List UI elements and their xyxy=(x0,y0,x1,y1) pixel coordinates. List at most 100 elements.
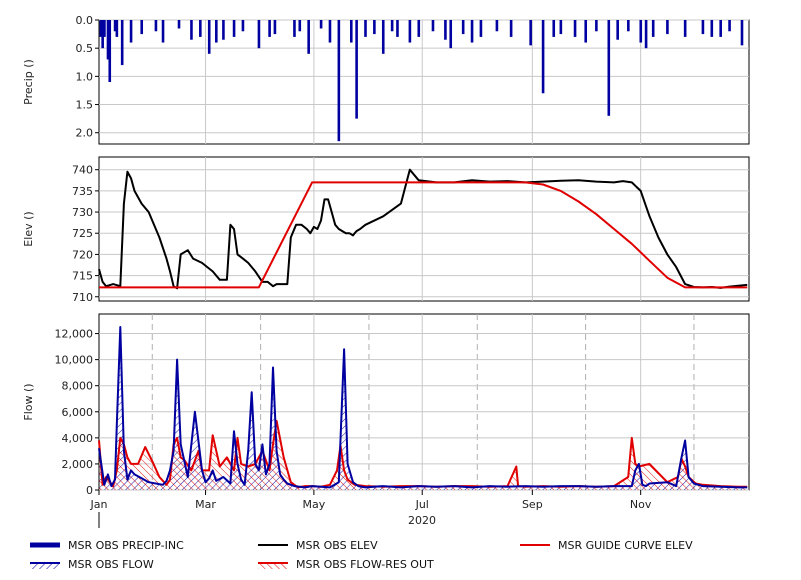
legend-label: MSR OBS PRECIP-INC xyxy=(68,539,184,552)
precip-bar xyxy=(154,20,158,32)
precip-bar xyxy=(701,20,705,35)
precip-bar xyxy=(349,20,353,43)
precip-bar xyxy=(307,20,310,54)
precip-bar xyxy=(381,20,385,54)
precip-bar xyxy=(470,20,474,43)
legend-item: MSR GUIDE CURVE ELEV xyxy=(520,539,693,552)
precip-bar xyxy=(728,20,731,32)
precip-bar xyxy=(627,20,630,32)
precip-y-label: Precip () xyxy=(22,59,35,105)
legend-item: MSR OBS PRECIP-INC xyxy=(30,539,184,552)
precip-bar xyxy=(355,20,358,119)
flow-panel: 0 2,000 4,000 6,000 8,000 10,000 12,000 Jan Mar… xyxy=(22,313,750,528)
flow-y-tick-label: 0 xyxy=(86,484,93,497)
precip-bar xyxy=(207,20,211,54)
precip-bar xyxy=(364,20,367,37)
precip-bar xyxy=(241,20,245,32)
precip-bar xyxy=(390,20,394,32)
precip-bar xyxy=(710,20,714,37)
precip-bar xyxy=(408,20,412,43)
precip-bar xyxy=(431,20,435,32)
flow-y-tick-label: 4,000 xyxy=(62,432,94,445)
flow-y-label: Flow () xyxy=(22,383,35,420)
elev-panel: 710 715 720 725 730 735 740 Elev () xyxy=(22,156,750,304)
precip-bar xyxy=(140,20,144,35)
precip-bar xyxy=(108,20,112,82)
precip-bar xyxy=(449,20,453,49)
precip-bar xyxy=(232,20,236,37)
x-tick-label: May xyxy=(303,498,326,511)
x-tick-label: Jan xyxy=(90,498,108,511)
precip-bar xyxy=(719,20,722,37)
precip-bar xyxy=(584,20,588,43)
elev-y-tick-label: 715 xyxy=(72,270,93,283)
precip-y-ticks: 0.0 0.5 1.0 1.5 2.0 xyxy=(76,14,99,140)
precip-bar xyxy=(222,20,225,40)
elev-y-tick-label: 740 xyxy=(72,164,93,177)
precip-bar xyxy=(103,20,106,37)
precip-bar xyxy=(479,20,483,37)
precip-y-tick-label: 0.0 xyxy=(76,14,94,27)
legend-label: MSR GUIDE CURVE ELEV xyxy=(558,539,693,552)
legend: MSR OBS PRECIP-INC MSR OBS ELEV MSR GUIDE … xyxy=(30,539,693,571)
x-axis-year-label: 2020 xyxy=(408,514,436,527)
precip-panel: 0.0 0.5 1.0 1.5 2.0 Precip () xyxy=(22,14,750,145)
precip-y-tick-label: 1.0 xyxy=(76,70,94,83)
precip-bar xyxy=(129,20,133,43)
precip-bar xyxy=(120,20,124,66)
precip-bar xyxy=(529,20,532,46)
precip-y-tick-label: 1.5 xyxy=(76,99,94,112)
flow-y-tick-label: 2,000 xyxy=(62,458,94,471)
precip-bar xyxy=(115,20,119,37)
precip-bar xyxy=(607,20,611,116)
legend-label: MSR OBS FLOW-RES OUT xyxy=(296,558,434,571)
precip-y-tick-label: 0.5 xyxy=(76,42,94,55)
legend-item: MSR OBS FLOW xyxy=(30,558,154,571)
precip-plot-area xyxy=(98,19,750,145)
flow-y-ticks: 0 2,000 4,000 6,000 8,000 10,000 12,000 xyxy=(55,328,99,497)
precip-bar xyxy=(273,20,277,35)
elev-y-tick-label: 720 xyxy=(72,248,93,261)
flow-y-tick-label: 8,000 xyxy=(62,380,94,393)
precip-bar xyxy=(461,20,465,35)
precip-bar xyxy=(509,20,513,37)
x-tick-label: Jul xyxy=(415,498,429,511)
precip-bar xyxy=(651,20,655,37)
precip-bar xyxy=(257,20,261,49)
precip-bar xyxy=(396,20,399,37)
precip-bar xyxy=(740,20,744,46)
precip-bar xyxy=(337,20,341,142)
elev-plot-area xyxy=(98,156,750,302)
precip-bar xyxy=(573,20,577,37)
precip-bar xyxy=(639,20,643,43)
precip-bar xyxy=(644,20,648,49)
precip-bar xyxy=(616,20,619,40)
precip-bar xyxy=(190,20,193,40)
precip-bar xyxy=(373,20,376,35)
elev-y-tick-label: 710 xyxy=(72,291,93,304)
precip-bar xyxy=(199,20,202,37)
flow-y-tick-label: 10,000 xyxy=(55,354,94,367)
elev-y-tick-label: 735 xyxy=(72,185,93,198)
precip-bar xyxy=(177,20,181,29)
legend-item: MSR OBS ELEV xyxy=(258,539,378,552)
precip-y-tick-label: 2.0 xyxy=(76,127,94,140)
legend-label: MSR OBS FLOW xyxy=(68,558,154,571)
precip-bar xyxy=(298,20,302,32)
precip-bar xyxy=(319,20,323,29)
precip-bar xyxy=(444,20,447,40)
x-tick-label: Sep xyxy=(522,498,543,511)
precip-bar xyxy=(541,20,545,94)
precip-bar xyxy=(559,20,563,35)
elev-y-tick-label: 730 xyxy=(72,206,93,219)
x-tick-label: Nov xyxy=(630,498,652,511)
precip-bar xyxy=(215,20,218,43)
flow-y-tick-label: 12,000 xyxy=(55,328,94,341)
elev-y-ticks: 710 715 720 725 730 735 740 xyxy=(72,164,99,304)
precip-bar xyxy=(161,20,165,43)
precip-bar xyxy=(595,20,598,32)
precip-bar xyxy=(495,20,499,32)
precip-bar xyxy=(683,20,687,37)
elev-y-label: Elev () xyxy=(22,211,35,246)
precip-bar xyxy=(666,20,669,35)
